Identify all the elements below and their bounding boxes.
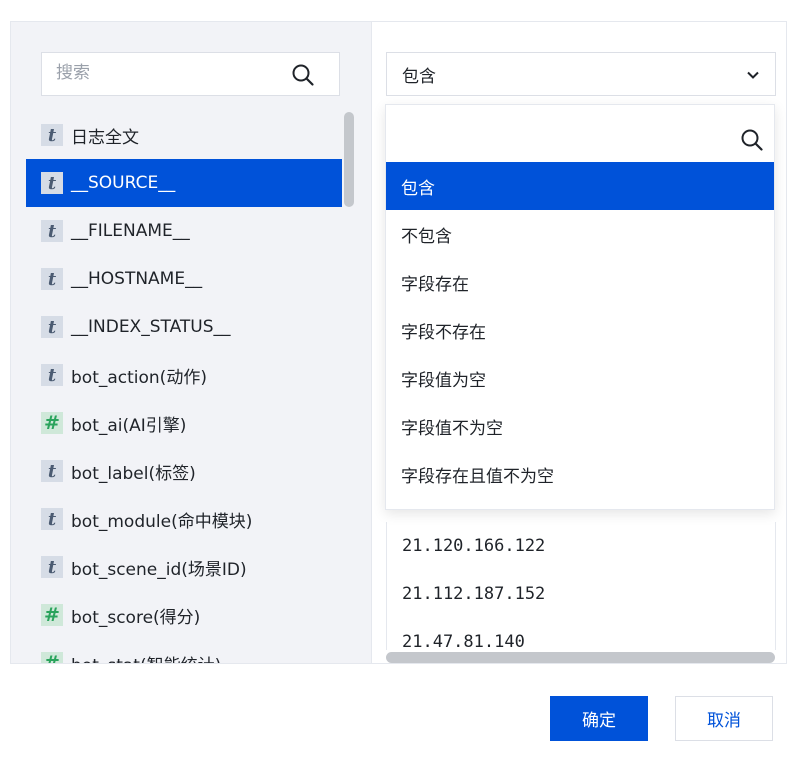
field-item-label: 日志全文 bbox=[71, 127, 139, 148]
chevron-down-icon bbox=[747, 71, 759, 79]
dropdown-option[interactable]: 字段值为空 bbox=[386, 354, 774, 402]
text-type-icon: t bbox=[41, 460, 63, 482]
field-item[interactable]: # bot_stat(智能统计) bbox=[26, 639, 342, 663]
value-item[interactable]: 21.47.81.140 bbox=[387, 618, 775, 650]
field-item-label: bot_score(得分) bbox=[71, 607, 201, 628]
field-item-label: bot_scene_id(场景ID) bbox=[71, 559, 247, 580]
dropdown-option[interactable]: 包含 bbox=[386, 162, 774, 210]
field-item[interactable]: t 日志全文 bbox=[26, 111, 342, 159]
value-list-horizontal-scrollbar[interactable] bbox=[386, 652, 775, 663]
dropdown-option[interactable]: 字段存在 bbox=[386, 258, 774, 306]
dropdown-option[interactable]: 字段值不为空 bbox=[386, 402, 774, 450]
field-item-label: __INDEX_STATUS__ bbox=[71, 317, 231, 337]
value-list: 21.120.166.122 21.112.187.152 21.47.81.1… bbox=[386, 522, 776, 650]
confirm-button[interactable]: 确定 bbox=[550, 696, 648, 741]
field-list-scrollbar[interactable] bbox=[344, 112, 354, 207]
field-list: t 日志全文 t __SOURCE__ t __FILENAME__ t __HOSTNAME… bbox=[26, 111, 342, 663]
dropdown-option[interactable]: 不包含 bbox=[386, 210, 774, 258]
field-item[interactable]: t __SOURCE__ bbox=[26, 159, 342, 207]
field-list-pane: t日志全文t__SOURCE__t__FILENAME__t__HOSTNAME… bbox=[11, 22, 372, 663]
field-search-input[interactable] bbox=[42, 53, 300, 93]
text-type-icon: t bbox=[41, 316, 63, 338]
field-item[interactable]: t bot_scene_id(场景ID) bbox=[26, 543, 342, 591]
dropdown-option[interactable]: 字段不存在 bbox=[386, 306, 774, 354]
field-item-label: bot_action(动作) bbox=[71, 367, 207, 388]
dropdown-search-input[interactable] bbox=[386, 105, 744, 161]
value-item[interactable]: 21.120.166.122 bbox=[387, 522, 775, 570]
field-item[interactable]: t __INDEX_STATUS__ bbox=[26, 303, 342, 351]
field-item[interactable]: # bot_ai(AI引擎) bbox=[26, 399, 342, 447]
cancel-button[interactable]: 取消 bbox=[675, 696, 773, 741]
text-type-icon: t bbox=[41, 172, 63, 194]
operator-select-value: 包含 bbox=[402, 66, 436, 87]
field-item[interactable]: t bot_module(命中模块) bbox=[26, 495, 342, 543]
field-item[interactable]: t __FILENAME__ bbox=[26, 207, 342, 255]
field-item-label: bot_module(命中模块) bbox=[71, 511, 253, 532]
operator-select[interactable]: 包含 bbox=[386, 52, 776, 96]
text-type-icon: t bbox=[41, 124, 63, 146]
operator-dropdown: 包含 不包含 字段存在 字段不存在 字段值为空 字段值不为空 字段存在且值不为空 bbox=[385, 104, 775, 510]
value-item[interactable]: 21.112.187.152 bbox=[387, 570, 775, 618]
search-icon[interactable] bbox=[740, 128, 764, 152]
field-item-label: bot_label(标签) bbox=[71, 463, 196, 484]
field-item-label: bot_stat(智能统计) bbox=[71, 651, 221, 664]
field-item[interactable]: t bot_label(标签) bbox=[26, 447, 342, 495]
dropdown-option[interactable]: 字段存在且值不为空 bbox=[386, 450, 774, 498]
text-type-icon: t bbox=[41, 508, 63, 530]
text-type-icon: t bbox=[41, 268, 63, 290]
text-type-icon: t bbox=[41, 556, 63, 578]
field-search-box[interactable] bbox=[41, 52, 340, 96]
search-icon[interactable] bbox=[291, 63, 315, 87]
field-item[interactable]: t bot_action(动作) bbox=[26, 351, 342, 399]
field-item-label: __FILENAME__ bbox=[71, 221, 190, 241]
field-item[interactable]: # bot_score(得分) bbox=[26, 591, 342, 639]
text-type-icon: t bbox=[41, 364, 63, 386]
number-type-icon: # bbox=[41, 604, 63, 626]
text-type-icon: t bbox=[41, 220, 63, 242]
field-item-label: bot_ai(AI引擎) bbox=[71, 415, 187, 436]
field-item-label: __HOSTNAME__ bbox=[71, 269, 203, 289]
number-type-icon: # bbox=[41, 412, 63, 434]
dropdown-search[interactable] bbox=[386, 105, 774, 161]
number-type-icon: # bbox=[41, 652, 63, 663]
field-item[interactable]: t __HOSTNAME__ bbox=[26, 255, 342, 303]
dropdown-option-list: 包含 不包含 字段存在 字段不存在 字段值为空 字段值不为空 字段存在且值不为空 bbox=[386, 162, 774, 498]
field-item-label: __SOURCE__ bbox=[71, 173, 176, 193]
